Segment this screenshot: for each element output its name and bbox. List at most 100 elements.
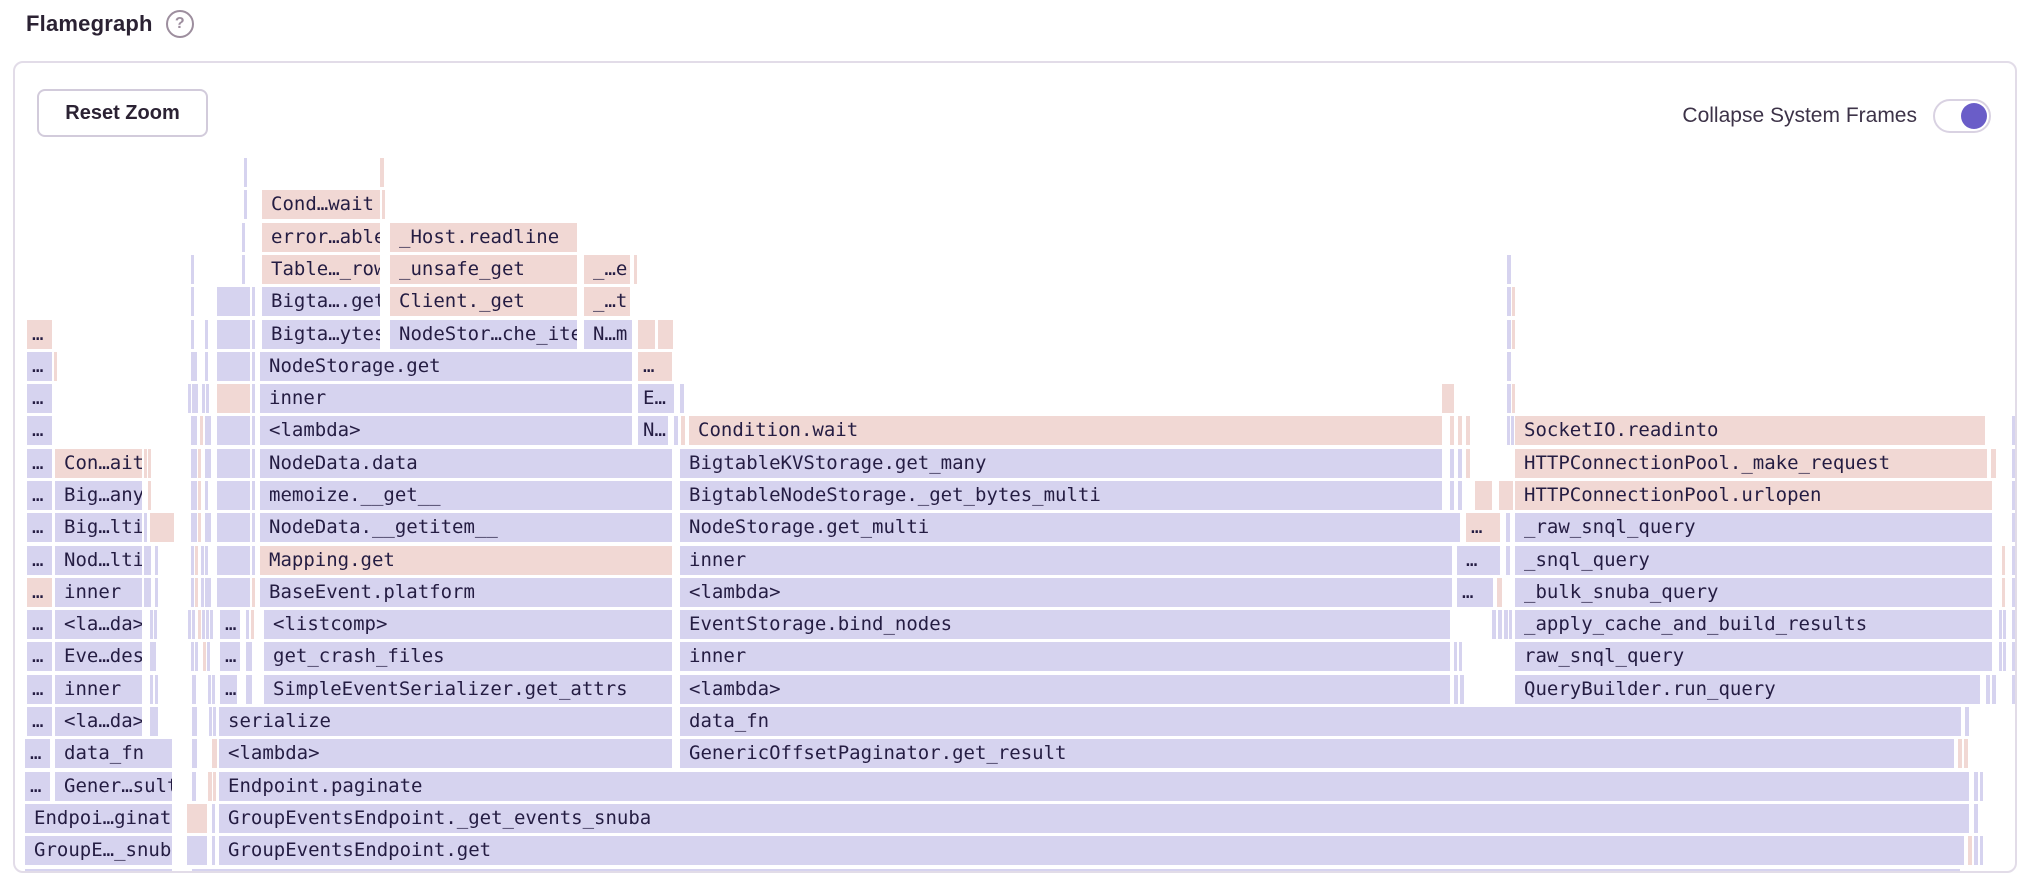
flame-frame[interactable] — [1980, 772, 1983, 801]
flame-frame[interactable]: Con…ait — [55, 449, 142, 478]
flame-frame[interactable]: serialize — [219, 707, 672, 736]
flame-frame[interactable] — [213, 772, 216, 801]
flame-frame[interactable] — [1458, 481, 1462, 510]
flame-frame[interactable]: <la…da> — [55, 610, 142, 639]
flame-frame[interactable] — [2012, 675, 2016, 704]
flame-frame[interactable]: BigtableKVStorage.get_many — [680, 449, 1442, 478]
flame-frame[interactable] — [210, 610, 213, 639]
flame-frame[interactable] — [681, 416, 685, 445]
flame-frame[interactable] — [201, 546, 204, 575]
flame-frame[interactable] — [1999, 610, 2002, 639]
flame-frame[interactable] — [192, 707, 197, 736]
flame-frame[interactable] — [195, 578, 198, 607]
flame-frame[interactable] — [252, 578, 255, 607]
flame-frame[interactable]: … — [27, 675, 52, 704]
flame-frame[interactable] — [1475, 481, 1492, 510]
flame-frame[interactable] — [208, 416, 211, 445]
flame-frame[interactable]: _raw_snql_query — [1515, 513, 1992, 542]
flame-frame[interactable] — [191, 546, 194, 575]
flame-frame[interactable]: error…able — [262, 223, 380, 252]
flame-frame[interactable] — [246, 675, 252, 704]
flame-frame[interactable]: Cond…wait — [262, 190, 380, 219]
flame-frame[interactable]: … — [220, 642, 240, 671]
flame-frame[interactable] — [217, 352, 250, 381]
flame-frame[interactable] — [195, 384, 198, 413]
flame-frame[interactable] — [155, 578, 158, 607]
flame-frame[interactable]: … — [27, 320, 52, 349]
flame-frame[interactable] — [217, 416, 250, 445]
flame-frame[interactable]: … — [1457, 546, 1500, 575]
flame-frame[interactable]: Bigta….get — [262, 287, 380, 316]
flame-frame[interactable]: inner — [55, 578, 142, 607]
flame-frame[interactable] — [144, 546, 151, 575]
flame-frame[interactable] — [244, 190, 247, 219]
flame-frame[interactable] — [252, 546, 255, 575]
flame-frame[interactable] — [203, 642, 206, 671]
flame-frame[interactable] — [2012, 513, 2016, 542]
flame-frame[interactable] — [242, 223, 245, 252]
flame-frame[interactable] — [2012, 449, 2016, 478]
flame-frame[interactable]: <lambda> — [680, 578, 1452, 607]
flame-frame[interactable] — [2003, 642, 2006, 671]
flame-frame[interactable]: GroupE…_snuba — [25, 836, 172, 865]
flame-frame[interactable]: HTTPConnectionPool._make_request — [1515, 449, 1987, 478]
flame-frame[interactable] — [191, 320, 194, 349]
flame-frame[interactable]: _bulk_snuba_query — [1515, 578, 1992, 607]
flame-frame[interactable] — [1450, 449, 1454, 478]
flame-frame[interactable] — [1991, 449, 1996, 478]
flame-frame[interactable]: Mapping.get — [260, 546, 672, 575]
flame-frame[interactable]: … — [25, 739, 50, 768]
flame-frame[interactable]: … — [27, 481, 52, 510]
flame-frame[interactable]: … — [1466, 513, 1500, 542]
flame-frame[interactable] — [200, 416, 203, 445]
flame-frame[interactable]: _apply_cache_and_build_results — [1515, 610, 1992, 639]
flame-frame[interactable] — [191, 642, 194, 671]
flame-frame[interactable]: inner — [260, 384, 632, 413]
flame-frame[interactable]: N…m — [584, 320, 632, 349]
flame-frame[interactable] — [217, 513, 250, 542]
flame-frame[interactable] — [212, 675, 215, 704]
flame-frame[interactable]: GroupEventsEndpoint.get — [219, 836, 1964, 865]
flame-frame[interactable] — [1980, 836, 1983, 865]
flame-frame[interactable] — [191, 287, 194, 316]
flame-frame[interactable]: data_fn — [680, 707, 1961, 736]
flame-frame[interactable]: SimpleEventSerializer.get_attrs — [264, 675, 672, 704]
flame-frame[interactable] — [205, 320, 208, 349]
flame-frame[interactable]: <lambda> — [680, 675, 1450, 704]
flame-frame[interactable]: Client._get — [390, 287, 577, 316]
flame-frame[interactable] — [150, 675, 153, 704]
flame-frame[interactable] — [252, 287, 255, 316]
flame-frame[interactable] — [144, 513, 147, 542]
flame-frame[interactable] — [1507, 287, 1511, 316]
flame-frame[interactable]: QueryBuilder.run_query — [1515, 675, 1980, 704]
flame-frame[interactable] — [209, 707, 212, 736]
flame-frame[interactable] — [217, 578, 250, 607]
flame-frame[interactable] — [192, 739, 197, 768]
flame-frame[interactable]: N… — [638, 416, 668, 445]
flame-frame[interactable] — [2012, 416, 2016, 445]
flame-frame[interactable]: … — [27, 610, 52, 639]
flame-frame[interactable] — [1511, 416, 1514, 445]
flame-frame[interactable]: _…e — [584, 255, 630, 284]
flame-frame[interactable] — [1512, 287, 1515, 316]
flame-frame[interactable] — [1458, 416, 1462, 445]
flame-frame[interactable] — [1974, 836, 1978, 865]
flame-frame[interactable] — [188, 384, 191, 413]
flame-frame[interactable] — [212, 804, 215, 833]
flame-frame[interactable]: NodeData.data — [260, 449, 672, 478]
flame-frame[interactable] — [1507, 384, 1511, 413]
flame-frame[interactable]: … — [27, 707, 52, 736]
flame-frame[interactable]: SocketIO.readinto — [1515, 416, 1985, 445]
flame-frame[interactable]: <listcomp> — [264, 610, 672, 639]
flame-frame[interactable] — [187, 804, 207, 833]
flame-frame[interactable]: Nod…lti — [55, 546, 142, 575]
flame-frame[interactable]: Table…_row — [262, 255, 380, 284]
flame-frame[interactable] — [1454, 642, 1457, 671]
flamegraph-canvas[interactable]: Cond…waiterror…able_Host.readlineTable…_… — [25, 158, 2017, 873]
flame-frame[interactable] — [217, 449, 250, 478]
flame-frame[interactable] — [1974, 772, 1978, 801]
flame-frame[interactable] — [252, 481, 255, 510]
flame-frame[interactable] — [192, 675, 196, 704]
flame-frame[interactable]: … — [220, 675, 237, 704]
flame-frame[interactable]: … — [27, 513, 52, 542]
